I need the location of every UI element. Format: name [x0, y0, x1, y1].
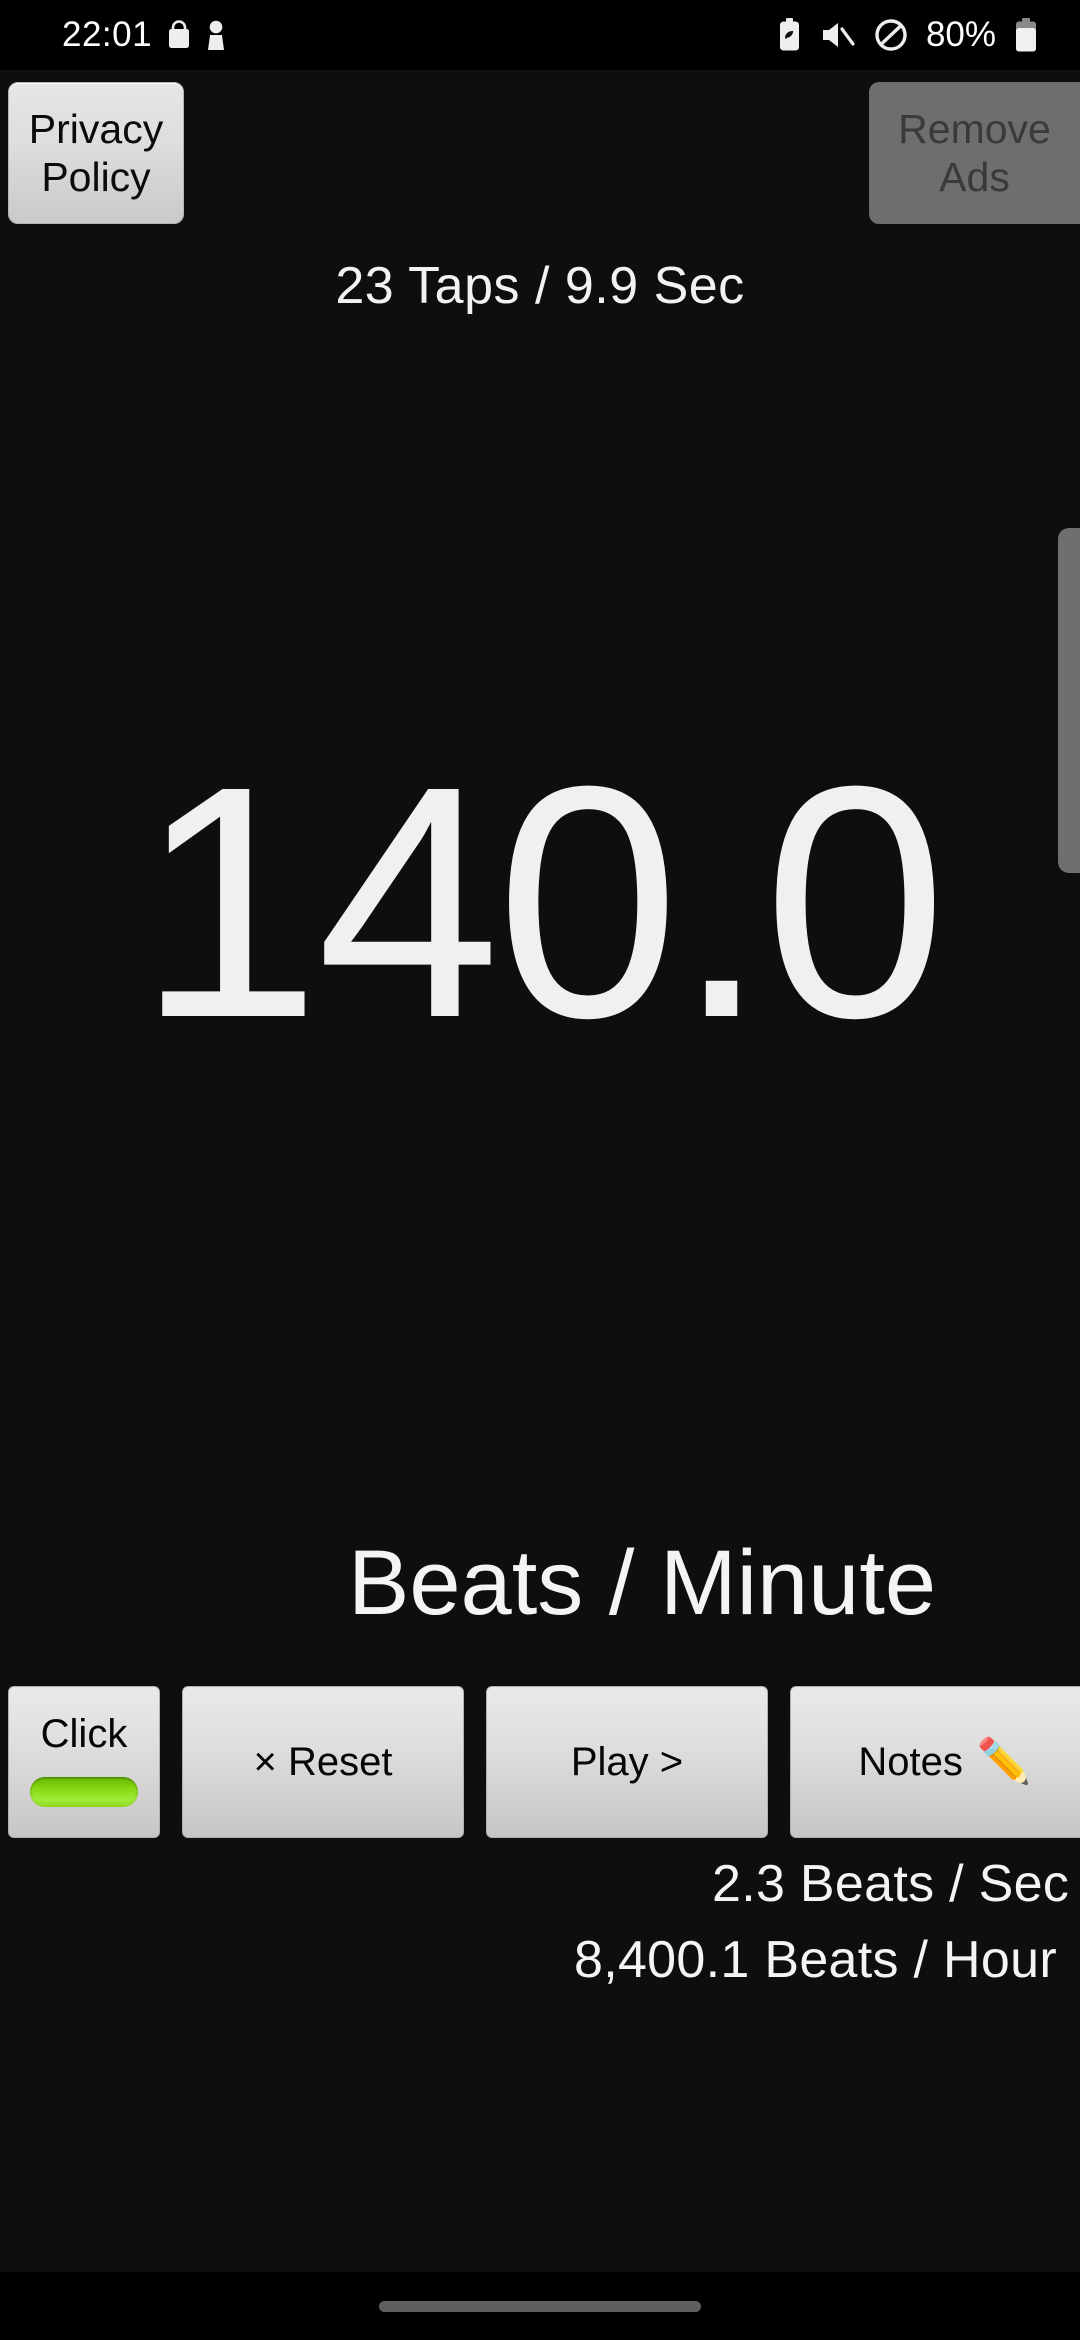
volume-mute-icon	[820, 19, 856, 51]
control-button-row: Click × Reset Play > Notes ✏️	[8, 1686, 1080, 1838]
bpm-value: 140.0	[137, 717, 947, 1086]
taps-counter-label: 23 Taps / 9.9 Sec	[335, 257, 745, 315]
battery-icon	[1014, 17, 1038, 53]
beats-per-second-label: 2.3 Beats / Sec	[712, 1855, 1070, 1913]
battery-saver-leaf-icon	[777, 18, 802, 52]
reset-button-label: × Reset	[253, 1739, 393, 1784]
play-button[interactable]: Play >	[486, 1686, 768, 1838]
bpm-readout[interactable]: 140.0	[0, 717, 1080, 1086]
gesture-nav-pill[interactable]	[379, 2300, 701, 2312]
click-button[interactable]: Click	[8, 1686, 160, 1838]
system-navigation-bar	[0, 2272, 1080, 2340]
status-bar-left: 22:01	[62, 15, 226, 55]
person-icon	[206, 20, 226, 51]
battery-percent-label: 80%	[925, 15, 996, 54]
bpm-unit-label: Beats / Minute	[348, 1532, 937, 1634]
vertical-scrollbar[interactable]	[1058, 528, 1080, 873]
status-bar: 22:01 80%	[0, 0, 1080, 70]
beats-per-hour-label: 8,400.1 Beats / Hour	[574, 1931, 1057, 1989]
play-button-label: Play >	[570, 1739, 684, 1784]
do-not-disturb-icon	[874, 18, 908, 52]
privacy-policy-button[interactable]: Privacy Policy	[8, 82, 184, 224]
privacy-policy-label: Privacy Policy	[28, 105, 164, 200]
remove-ads-label: Remove Ads	[898, 105, 1051, 200]
shopping-bag-icon	[166, 20, 192, 50]
pencil-icon: ✏️	[976, 1737, 1032, 1786]
click-button-label: Click	[40, 1711, 128, 1756]
remove-ads-button[interactable]: Remove Ads	[869, 82, 1080, 224]
app-screen: 22:01 80% Privacy Policy Remove Ads 23 T…	[0, 0, 1080, 2340]
reset-button[interactable]: × Reset	[182, 1686, 464, 1838]
status-bar-right: 80%	[777, 0, 1038, 70]
notes-button-content: Notes ✏️	[858, 1740, 1031, 1785]
click-beat-indicator	[30, 1776, 138, 1807]
notes-button-label: Notes	[858, 1739, 963, 1784]
notes-button[interactable]: Notes ✏️	[790, 1686, 1080, 1838]
status-clock: 22:01	[62, 15, 153, 54]
